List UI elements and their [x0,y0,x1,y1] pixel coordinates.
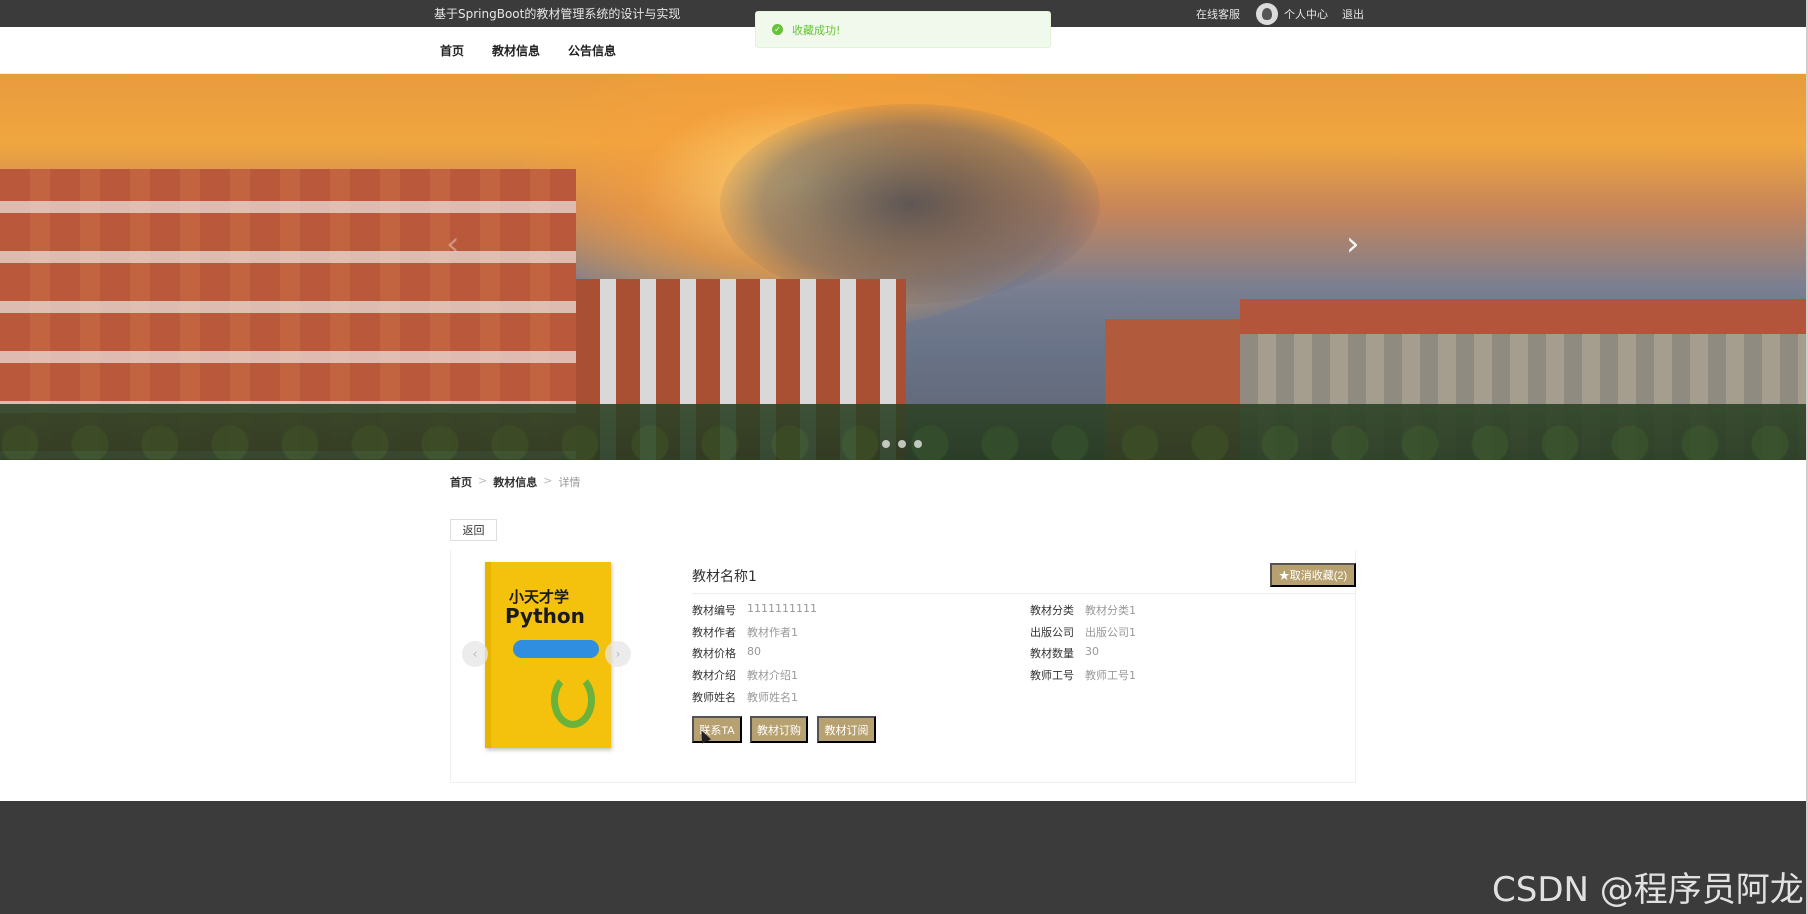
carousel-dot[interactable] [882,440,890,448]
back-button[interactable]: 返回 [450,519,497,541]
banner-image-trees [0,404,1806,460]
breadcrumb-textbooks[interactable]: 教材信息 [493,474,537,490]
avatar[interactable] [1256,2,1278,25]
field-textbook-number: 教材编号 1111111111 [692,602,817,617]
breadcrumb-separator: > [478,474,488,487]
divider [692,593,1356,594]
nav-item-textbooks[interactable]: 教材信息 [492,42,540,59]
field-teacher-id: 教师工号 教师工号1 [1030,669,1136,682]
breadcrumb-home[interactable]: 首页 [450,474,472,490]
top-right-links: 在线客服 个人中心 退出 [1196,0,1364,27]
textbook-name: 教材名称1 [692,569,757,585]
carousel-indicators [882,440,930,448]
image-next-button[interactable]: › [605,641,631,667]
nav-item-home[interactable]: 首页 [440,42,464,59]
online-service-link[interactable]: 在线客服 [1196,6,1240,22]
chevron-left-icon[interactable]: ‹ [446,224,460,264]
field-teacher-name: 教师姓名 教师姓名1 [692,691,798,704]
main-nav: 首页 教材信息 公告信息 [440,27,644,74]
carousel-dot[interactable] [898,440,906,448]
banner-carousel: ‹ › [0,74,1806,460]
unfavorite-button[interactable]: ★取消收藏(2) [1270,563,1356,587]
logout-link[interactable]: 退出 [1342,6,1364,22]
check-circle-icon: ✓ [772,24,783,35]
purchase-button[interactable]: 教材订购 [750,716,808,743]
breadcrumb: 首页 > 教材信息 > 详情 [450,474,580,490]
chevron-right-icon[interactable]: › [1346,224,1360,264]
toast-message: 收藏成功! [792,23,841,37]
field-textbook-author: 教材作者 教材作者1 [692,626,798,639]
book-cover-subtitle: Python [505,604,585,628]
personal-center-link[interactable]: 个人中心 [1284,6,1328,22]
nav-item-announcements[interactable]: 公告信息 [568,42,616,59]
breadcrumb-separator: > [543,474,553,487]
subscribe-button[interactable]: 教材订阅 [817,716,876,743]
success-toast: ✓ 收藏成功! [755,11,1051,48]
field-textbook-price: 教材价格 80 [692,645,761,660]
field-textbook-category: 教材分类 教材分类1 [1030,604,1136,617]
watermark: CSDN @程序员阿龙 [1492,870,1804,910]
book-cover-image: 小天才学 Python [485,562,611,748]
site-title: 基于SpringBoot的教材管理系统的设计与实现 [434,7,681,21]
breadcrumb-current: 详情 [558,476,581,489]
field-textbook-quantity: 教材数量 30 [1030,645,1099,660]
image-prev-button[interactable]: ‹ [462,641,488,667]
field-textbook-intro: 教材介绍 教材介绍1 [692,669,798,682]
carousel-dot[interactable] [914,440,922,448]
field-publisher: 出版公司 出版公司1 [1030,626,1136,639]
